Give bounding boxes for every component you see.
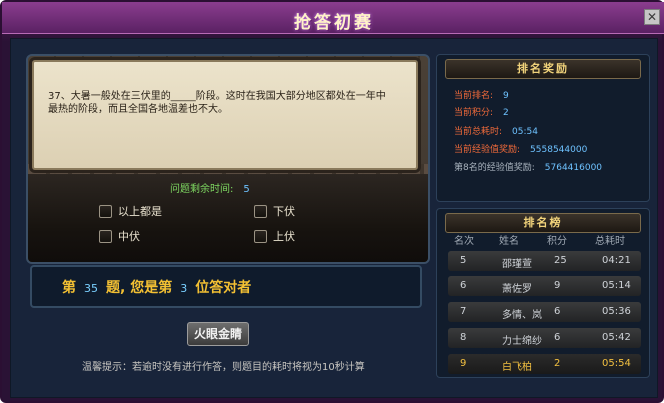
option-label: 上伏 — [273, 230, 295, 243]
leaderboard-row: 6 萧佐罗 9 05:14 — [448, 276, 641, 296]
quiz-window: 抢答初赛 ✕ 37、大暑一般处在三伏里的_____阶段。这时在我国大部分地区都处… — [0, 0, 664, 403]
result-text: 第 35 题, 您是第 3 位答对者 — [62, 277, 251, 297]
remaining-time: 问题剩余时间: 5 — [170, 180, 250, 195]
row-score: 6 — [554, 332, 561, 343]
col-rank: 名次 — [454, 236, 474, 247]
close-button[interactable]: ✕ — [644, 9, 660, 25]
checkbox-icon[interactable] — [99, 204, 112, 218]
timer-label: 问题剩余时间: — [170, 184, 234, 195]
row-score: 25 — [554, 255, 567, 266]
row-score: 6 — [554, 306, 561, 317]
row-time: 05:36 — [602, 306, 631, 317]
leaderboard-heading: 排名榜 — [445, 213, 641, 233]
option-c[interactable]: 中伏 — [99, 228, 140, 244]
reward-value: 05:54 — [512, 127, 538, 137]
reward-label: 当前积分: — [454, 108, 494, 118]
row-time: 05:42 — [602, 332, 631, 343]
row-rank: 5 — [460, 255, 467, 266]
row-name: 萧佐罗 — [502, 284, 532, 295]
checkbox-icon[interactable] — [99, 229, 112, 243]
row-time: 04:21 — [602, 255, 631, 266]
result-suffix: 位答对者 — [195, 280, 252, 296]
eye-of-insight-button[interactable]: 火眼金睛 — [187, 322, 249, 346]
row-name: 多情、岚 — [502, 310, 542, 321]
option-label: 中伏 — [118, 230, 140, 243]
reward-label: 当前经验值奖励: — [454, 145, 521, 155]
reward-row-time: 当前总耗时: 05:54 — [454, 124, 538, 137]
reward-label: 当前总耗时: — [454, 127, 503, 137]
question-text: 37、大暑一般处在三伏里的_____阶段。这时在我国大部分地区都处在一年中最热的… — [48, 91, 386, 115]
leaderboard-row: 7 多情、岚 6 05:36 — [448, 302, 641, 322]
checkbox-icon[interactable] — [254, 204, 267, 218]
option-label: 下伏 — [273, 205, 295, 218]
reward-row-score: 当前积分: 2 — [454, 105, 509, 118]
row-name: 邵瑾萱 — [502, 259, 532, 270]
reward-value: 5764416000 — [544, 163, 603, 173]
reward-row-exp: 当前经验值奖励: 5558544000 — [454, 142, 587, 155]
question-number: 35 — [84, 282, 98, 295]
question-scroll: 37、大暑一般处在三伏里的_____阶段。这时在我国大部分地区都处在一年中最热的… — [32, 60, 418, 170]
window-title: 抢答初赛 — [294, 13, 374, 33]
timer-value: 5 — [243, 184, 250, 195]
reward-label: 当前排名: — [454, 91, 494, 101]
tip-text: 温馨提示：若逾时没有进行作答，则题目的耗时将视为10秒计算 — [82, 362, 365, 373]
row-name: 白飞柏 — [502, 362, 532, 373]
reward-label: 第8名的经验值奖励: — [454, 163, 535, 173]
reward-value: 9 — [503, 91, 509, 101]
reward-value: 2 — [503, 108, 509, 118]
row-rank: 7 — [460, 306, 467, 317]
reward-row-next-exp: 第8名的经验值奖励: 5764416000 — [454, 160, 602, 173]
checkbox-icon[interactable] — [254, 229, 267, 243]
row-time: 05:14 — [602, 280, 631, 291]
row-score: 2 — [554, 358, 561, 369]
answer-rank: 3 — [180, 282, 188, 295]
row-name: 力士绵纱 — [502, 336, 542, 347]
col-time: 总耗时 — [595, 236, 625, 247]
leaderboard-row-self: 9 白飞柏 2 05:54 — [448, 354, 641, 374]
row-score: 9 — [554, 280, 561, 291]
col-score: 积分 — [547, 236, 567, 247]
reward-heading: 排名奖励 — [445, 59, 641, 79]
reward-value: 5558544000 — [530, 145, 588, 155]
title-bar: 抢答初赛 ✕ — [2, 2, 664, 34]
col-name: 姓名 — [499, 236, 519, 247]
result-middle: 题, 您是第 — [106, 280, 173, 296]
result-bar: 第 35 题, 您是第 3 位答对者 — [30, 265, 422, 308]
option-b[interactable]: 下伏 — [254, 203, 295, 219]
row-rank: 6 — [460, 280, 467, 291]
leaderboard-row: 5 邵瑾萱 25 04:21 — [448, 251, 641, 271]
row-rank: 9 — [460, 358, 467, 369]
option-label: 以上都是 — [118, 205, 162, 218]
result-prefix: 第 — [62, 280, 76, 296]
option-a[interactable]: 以上都是 — [99, 203, 162, 219]
reward-row-rank: 当前排名: 9 — [454, 88, 509, 101]
option-d[interactable]: 上伏 — [254, 228, 295, 244]
row-time: 05:54 — [602, 358, 631, 369]
row-rank: 8 — [460, 332, 467, 343]
leaderboard-row: 8 力士绵纱 6 05:42 — [448, 328, 641, 348]
